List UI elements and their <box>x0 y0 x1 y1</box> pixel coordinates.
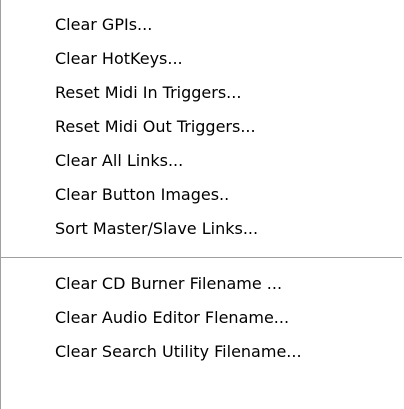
menu-group-reset: Clear GPIs... Clear HotKeys... Reset Mid… <box>1 0 402 247</box>
clear-gpis-item[interactable]: Clear GPIs... <box>1 9 402 43</box>
clear-search-utility-filename-item[interactable]: Clear Search Utility Filename... <box>1 336 402 370</box>
clear-hotkeys-item[interactable]: Clear HotKeys... <box>1 43 402 77</box>
clear-all-links-item[interactable]: Clear All Links... <box>1 145 402 179</box>
reset-midi-out-triggers-item[interactable]: Reset Midi Out Triggers... <box>1 111 402 145</box>
clear-cd-burner-filename-item[interactable]: Clear CD Burner Filename ... <box>1 268 402 302</box>
menu-group-filenames: Clear CD Burner Filename ... Clear Audio… <box>1 268 402 370</box>
sort-master-slave-links-item[interactable]: Sort Master/Slave Links... <box>1 213 402 247</box>
clear-button-images-item[interactable]: Clear Button Images.. <box>1 179 402 213</box>
context-menu: Clear GPIs... Clear HotKeys... Reset Mid… <box>0 0 402 409</box>
reset-midi-in-triggers-item[interactable]: Reset Midi In Triggers... <box>1 77 402 111</box>
menu-separator <box>1 257 402 259</box>
clear-audio-editor-filename-item[interactable]: Clear Audio Editor Flename... <box>1 302 402 336</box>
